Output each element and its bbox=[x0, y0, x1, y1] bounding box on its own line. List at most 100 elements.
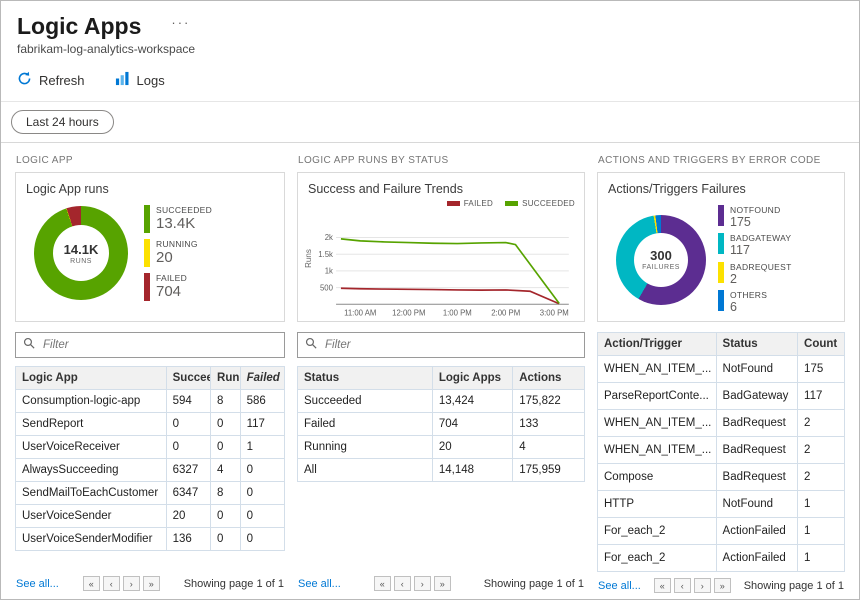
table-row[interactable]: ParseReportConte... BadGateway 117 bbox=[598, 383, 845, 410]
table-row[interactable]: WHEN_AN_ITEM_... NotFound 175 bbox=[598, 356, 845, 383]
column-header-failed[interactable]: Failed bbox=[240, 367, 284, 390]
table-row[interactable]: Compose BadRequest 2 bbox=[598, 464, 845, 491]
cell-count: 1 bbox=[798, 545, 845, 572]
cell-succeeded: 6327 bbox=[166, 459, 210, 482]
cell-count: 2 bbox=[798, 437, 845, 464]
cell-action-trigger: WHEN_AN_ITEM_... bbox=[598, 356, 717, 383]
table-row[interactable]: UserVoiceReceiver 0 0 1 bbox=[16, 436, 285, 459]
legend-entry: BADGATEWAY 117 bbox=[718, 233, 792, 257]
legend-value: 6 bbox=[730, 300, 767, 314]
next-page-button[interactable]: › bbox=[414, 576, 431, 591]
table-row[interactable]: UserVoiceSender 20 0 0 bbox=[16, 505, 285, 528]
cell-status: ActionFailed bbox=[716, 518, 798, 545]
legend-swatch bbox=[718, 262, 724, 283]
legend-value: 175 bbox=[730, 215, 781, 229]
column-header-logic-apps[interactable]: Logic Apps bbox=[432, 367, 512, 390]
filter-input[interactable] bbox=[323, 338, 577, 352]
table-row[interactable]: Consumption-logic-app 594 8 586 bbox=[16, 390, 285, 413]
legend-entry: OTHERS 6 bbox=[718, 290, 792, 314]
logs-button[interactable]: Logs bbox=[115, 71, 165, 89]
refresh-button[interactable]: Refresh bbox=[17, 71, 85, 89]
legend-label: SUCCEEDED bbox=[156, 205, 212, 215]
cell-logic-app: SendMailToEachCustomer bbox=[16, 482, 167, 505]
cell-count: 1 bbox=[798, 518, 845, 545]
donut-center-label: RUNS bbox=[70, 258, 92, 265]
column-header-logic-app[interactable]: Logic App bbox=[16, 367, 167, 390]
donut-center-value: 300 bbox=[650, 248, 672, 263]
cell-running: 8 bbox=[211, 482, 241, 505]
cell-logic-app: SendReport bbox=[16, 413, 167, 436]
table-row[interactable]: For_each_2 ActionFailed 1 bbox=[598, 518, 845, 545]
failures-donut[interactable]: 300 FAILURES bbox=[616, 215, 706, 305]
legend-swatch bbox=[718, 233, 724, 254]
table-row[interactable]: SendReport 0 0 117 bbox=[16, 413, 285, 436]
table-row[interactable]: Succeeded 13,424 175,822 bbox=[298, 390, 585, 413]
column-header-running[interactable]: Running bbox=[211, 367, 241, 390]
prev-page-button[interactable]: ‹ bbox=[394, 576, 411, 591]
legend-label: SUCCEEDED bbox=[522, 199, 575, 208]
donut-center-label: FAILURES bbox=[642, 264, 680, 271]
prev-page-button[interactable]: ‹ bbox=[674, 578, 691, 593]
search-icon bbox=[23, 336, 35, 354]
last-page-button[interactable]: » bbox=[714, 578, 731, 593]
legend-swatch bbox=[718, 205, 724, 226]
table-row[interactable]: WHEN_AN_ITEM_... BadRequest 2 bbox=[598, 437, 845, 464]
prev-page-button[interactable]: ‹ bbox=[103, 576, 120, 591]
legend-label: FAILED bbox=[156, 273, 187, 283]
next-page-button[interactable]: › bbox=[123, 576, 140, 591]
table-row[interactable]: HTTP NotFound 1 bbox=[598, 491, 845, 518]
cell-count: 2 bbox=[798, 464, 845, 491]
first-page-button[interactable]: « bbox=[83, 576, 100, 591]
last-page-button[interactable]: » bbox=[434, 576, 451, 591]
table-row[interactable]: Running 20 4 bbox=[298, 436, 585, 459]
cell-action-trigger: ParseReportConte... bbox=[598, 383, 717, 410]
table-footer: See all... «‹›» Showing page 1 of 1 bbox=[297, 570, 585, 593]
first-page-button[interactable]: « bbox=[374, 576, 391, 591]
see-all-link[interactable]: See all... bbox=[598, 580, 641, 592]
cell-status: ActionFailed bbox=[716, 545, 798, 572]
column-header-action-trigger[interactable]: Action/Trigger bbox=[598, 333, 717, 356]
cell-running: 0 bbox=[211, 413, 241, 436]
cell-succeeded: 136 bbox=[166, 528, 210, 551]
time-range-button[interactable]: Last 24 hours bbox=[11, 110, 114, 134]
pager: «‹›» bbox=[374, 576, 451, 591]
legend-entry: BADREQUEST 2 bbox=[718, 262, 792, 286]
legend-label: BADREQUEST bbox=[730, 262, 792, 272]
see-all-link[interactable]: See all... bbox=[16, 578, 59, 590]
filter-input[interactable] bbox=[41, 338, 277, 352]
donut-center-value: 14.1K bbox=[64, 242, 99, 257]
table-row[interactable]: UserVoiceSenderModifier 136 0 0 bbox=[16, 528, 285, 551]
legend-label: RUNNING bbox=[156, 239, 198, 249]
last-page-button[interactable]: » bbox=[143, 576, 160, 591]
trend-legend: FAILED SUCCEEDED bbox=[447, 199, 575, 208]
cell-logic-app: UserVoiceSenderModifier bbox=[16, 528, 167, 551]
legend-swatch bbox=[144, 273, 150, 301]
cell-succeeded: 594 bbox=[166, 390, 210, 413]
cell-running: 0 bbox=[211, 436, 241, 459]
svg-text:1.5k: 1.5k bbox=[318, 250, 333, 259]
more-menu-button[interactable]: ··· bbox=[171, 15, 190, 30]
see-all-link[interactable]: See all... bbox=[298, 578, 341, 590]
table-row[interactable]: For_each_2 ActionFailed 1 bbox=[598, 545, 845, 572]
logs-label: Logs bbox=[137, 73, 165, 88]
column-header-actions[interactable]: Actions bbox=[513, 367, 585, 390]
cell-logic-apps: 704 bbox=[432, 413, 512, 436]
column-header-count[interactable]: Count bbox=[798, 333, 845, 356]
card-title: Success and Failure Trends bbox=[308, 182, 574, 196]
page-status: Showing page 1 of 1 bbox=[484, 578, 584, 590]
column-header-succeeded[interactable]: Succeeded bbox=[166, 367, 210, 390]
table-row[interactable]: SendMailToEachCustomer 6347 8 0 bbox=[16, 482, 285, 505]
cell-failed: 117 bbox=[240, 413, 284, 436]
table-row[interactable]: All 14,148 175,959 bbox=[298, 459, 585, 482]
donut-legend: NOTFOUND 175 BADGATEWAY 117 bbox=[718, 205, 792, 315]
column-header-status[interactable]: Status bbox=[298, 367, 433, 390]
next-page-button[interactable]: › bbox=[694, 578, 711, 593]
first-page-button[interactable]: « bbox=[654, 578, 671, 593]
table-row[interactable]: WHEN_AN_ITEM_... BadRequest 2 bbox=[598, 410, 845, 437]
cell-actions: 133 bbox=[513, 413, 585, 436]
logic-app-runs-donut[interactable]: 14.1K RUNS bbox=[34, 206, 128, 300]
table-row[interactable]: AlwaysSucceeding 6327 4 0 bbox=[16, 459, 285, 482]
cell-failed: 0 bbox=[240, 505, 284, 528]
column-header-status[interactable]: Status bbox=[716, 333, 798, 356]
table-row[interactable]: Failed 704 133 bbox=[298, 413, 585, 436]
